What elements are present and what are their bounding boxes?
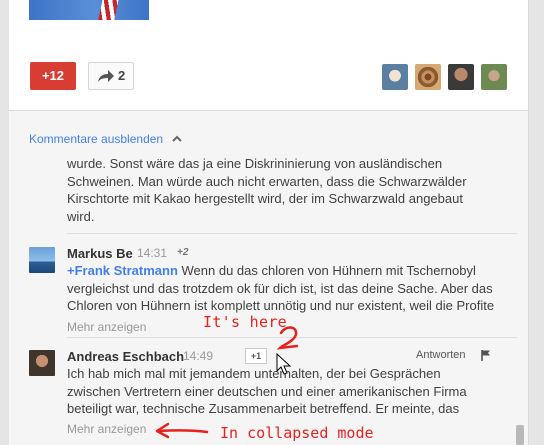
plus-one-user-avatar[interactable] (481, 64, 507, 90)
plus-one-button[interactable]: +12 (30, 62, 76, 90)
comment-timestamp[interactable]: 14:31 (137, 246, 167, 260)
flag-icon[interactable] (480, 349, 492, 361)
share-count: 2 (118, 68, 126, 83)
reply-button[interactable]: Antworten (416, 349, 466, 361)
post-card: +12 2 (9, 0, 529, 110)
comments-section: Kommentare ausblenden wurde. Sonst wäre … (9, 110, 529, 445)
comment-text: Wenn du das chloren von Hühnern mit Tsch… (177, 263, 476, 278)
comment-header: Markus Be 14:31 +2 (67, 245, 188, 263)
comment-line: vergleichst und das trotzdem ok für dich… (67, 280, 493, 296)
comment-author[interactable]: Markus Be (67, 246, 133, 261)
comment-line: zwischen Vertretern einer deutschen und … (67, 383, 467, 399)
comment-timestamp[interactable]: 14:49 (183, 349, 213, 363)
post-image-thumbnail[interactable] (29, 0, 149, 20)
commenter-avatar[interactable] (29, 247, 55, 273)
comment-plus-one-button[interactable]: +1 (245, 348, 267, 364)
comment-divider (67, 337, 517, 338)
partial-comment-text: wurde. Sonst wäre das ja eine Diskrinini… (67, 155, 512, 225)
share-button[interactable]: 2 (88, 62, 134, 90)
comment-plus-count: +2 (177, 247, 189, 258)
comment-author[interactable]: Andreas Eschbach (67, 349, 184, 364)
comment-line: +Frank Stratmann Wenn du das chloren von… (67, 262, 517, 280)
comment-line: Schweinen. Man würde auch nicht erwarten… (67, 173, 467, 189)
comment-line: Ich hab mich mal mit jemandem unterhalte… (67, 366, 441, 381)
comment-line: beteiligt war, technische Zusammenarbeit… (67, 401, 460, 416)
commenter-avatar[interactable] (29, 350, 55, 376)
hide-comments-link[interactable]: Kommentare ausblenden (29, 132, 182, 146)
annotation-collapsed-note: In collapsed mode (220, 424, 374, 442)
comment-line: Kirschtorte mit Kakao hergestellt wird, … (67, 191, 463, 206)
hide-comments-label: Kommentare ausblenden (29, 132, 164, 146)
comment-body: Ich hab mich mal mit jemandem unterhalte… (67, 365, 517, 418)
comment-divider (67, 233, 517, 234)
plus-one-user-avatar[interactable] (415, 64, 441, 90)
comment-header: Andreas Eschbach 14:49 (67, 348, 213, 366)
comment-body: +Frank Stratmann Wenn du das chloren von… (67, 262, 517, 315)
plus-one-user-avatar[interactable] (448, 64, 474, 90)
comment-line: wurde. Sonst wäre das ja eine Diskrinini… (67, 156, 443, 171)
annotation-pointer-note: It's here (203, 313, 287, 331)
scrollbar-thumb[interactable] (516, 425, 524, 445)
comment-line: Chloren von Hühnern ist komplett unnötig… (67, 298, 495, 313)
show-more-link[interactable]: Mehr anzeigen (67, 422, 146, 436)
plus-one-user-avatar[interactable] (382, 64, 408, 90)
mention-link[interactable]: +Frank Stratmann (67, 263, 178, 278)
show-more-link[interactable]: Mehr anzeigen (67, 320, 146, 334)
comment-line: wird. (67, 208, 95, 224)
share-arrow-icon (98, 70, 114, 82)
flag-image-detail (98, 0, 120, 20)
chevron-up-icon (172, 135, 182, 142)
